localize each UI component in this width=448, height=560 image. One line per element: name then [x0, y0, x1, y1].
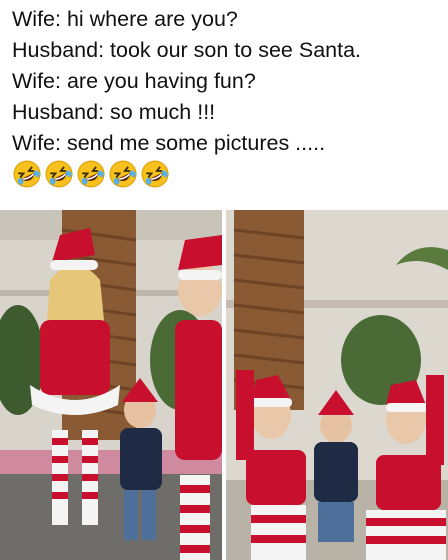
laughing-emoji-row	[12, 159, 442, 189]
rolling-on-floor-laughing-emoji	[141, 160, 169, 188]
rolling-on-floor-laughing-emoji	[77, 160, 105, 188]
rolling-on-floor-laughing-emoji	[13, 160, 41, 188]
caption-line-4: Husband: so much !!!	[12, 100, 216, 124]
caption-line-1: Wife: hi where are you?	[12, 7, 238, 31]
photo-standing-group	[0, 210, 222, 560]
rolling-on-floor-laughing-emoji	[45, 160, 73, 188]
caption-line-2: Husband: took our son to see Santa.	[12, 38, 362, 62]
rolling-on-floor-laughing-emoji	[109, 160, 137, 188]
meme-caption: Wife: hi where are you? Husband: took ou…	[12, 4, 442, 189]
caption-line-3: Wife: are you having fun?	[12, 69, 256, 93]
caption-line-5: Wife: send me some pictures .....	[12, 131, 326, 155]
photo-sitting-group	[226, 210, 448, 560]
photo-collage	[0, 210, 448, 560]
